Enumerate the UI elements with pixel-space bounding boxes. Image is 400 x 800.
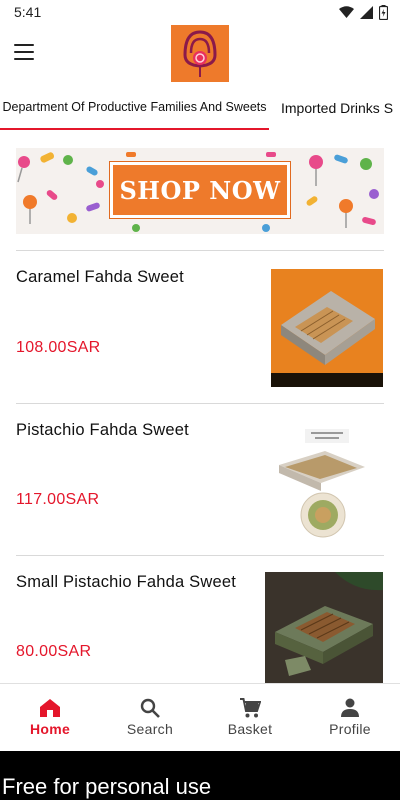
product-image (265, 572, 383, 684)
battery-icon (379, 4, 388, 20)
nav-profile-label: Profile (329, 721, 371, 737)
shop-now-button[interactable]: SHOP NOW (110, 162, 290, 218)
app-header (0, 24, 400, 86)
product-image (265, 421, 383, 539)
status-icons (339, 4, 388, 20)
product-card[interactable]: Caramel Fahda Sweet 108.00SAR (16, 250, 384, 403)
product-price: 117.00SAR (16, 491, 100, 508)
search-icon (140, 698, 160, 718)
store-logo-icon[interactable] (171, 25, 229, 82)
signal-icon (360, 5, 373, 19)
nav-basket[interactable]: Basket (200, 684, 300, 751)
product-name: Small Pistachio Fahda Sweet (16, 573, 237, 591)
app-screen: 5:41 Department Of Productive Families A… (0, 0, 400, 800)
cart-icon (240, 698, 261, 718)
nav-search-label: Search (126, 721, 174, 737)
tab-imported-drinks[interactable]: Imported Drinks S (281, 86, 393, 130)
person-icon (341, 698, 359, 717)
bottom-navigation: Home Search Basket Profile (0, 683, 400, 751)
product-image (271, 269, 383, 387)
status-time: 5:41 (14, 4, 42, 20)
product-card[interactable]: Pistachio Fahda Sweet 117.00SAR (16, 403, 384, 555)
category-tabs: Department Of Productive Families And Sw… (0, 86, 400, 130)
product-name: Pistachio Fahda Sweet (16, 421, 189, 439)
shop-now-banner[interactable]: SHOP NOW (16, 148, 384, 234)
tab-productive-families[interactable]: Department Of Productive Families And Sw… (0, 86, 269, 130)
hamburger-menu-icon[interactable] (14, 44, 34, 60)
nav-home[interactable]: Home (0, 684, 100, 751)
home-icon (40, 699, 60, 717)
product-card[interactable]: Small Pistachio Fahda Sweet 80.00SAR (16, 555, 384, 684)
nav-home-label: Home (29, 721, 71, 737)
nav-profile[interactable]: Profile (300, 684, 400, 751)
watermark-banner: Free for personal use (0, 751, 400, 800)
status-bar: 5:41 (0, 0, 400, 24)
wifi-icon (339, 5, 354, 18)
nav-search[interactable]: Search (100, 684, 200, 751)
product-name: Caramel Fahda Sweet (16, 268, 184, 286)
product-price: 80.00SAR (16, 643, 92, 660)
product-price: 108.00SAR (16, 339, 101, 356)
nav-basket-label: Basket (227, 721, 273, 737)
